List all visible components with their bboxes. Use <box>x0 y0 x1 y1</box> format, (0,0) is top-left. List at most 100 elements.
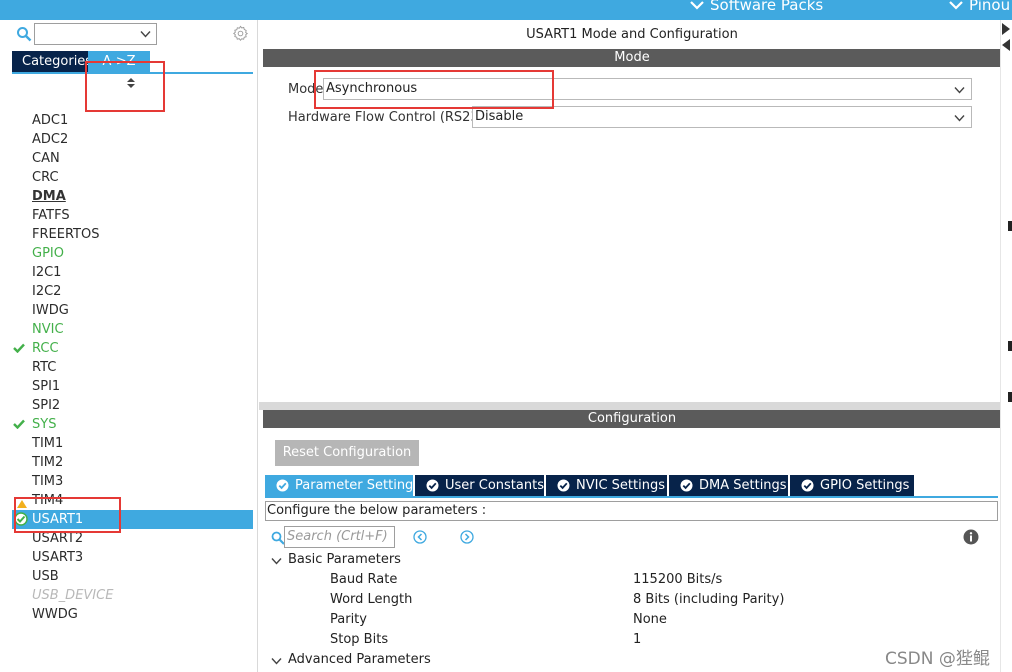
search-icon <box>271 531 285 545</box>
highlight-box-tab <box>85 61 165 112</box>
list-item-wwdg[interactable]: WWDG <box>0 605 253 624</box>
list-item-label: WWDG <box>32 607 78 622</box>
tab-underline <box>265 496 998 498</box>
list-item-crc[interactable]: CRC <box>0 168 253 187</box>
info-icon[interactable] <box>963 529 979 545</box>
list-item-label: SYS <box>32 417 57 432</box>
list-item-label: FREERTOS <box>32 227 100 242</box>
reset-configuration-button[interactable]: Reset Configuration <box>275 440 419 466</box>
list-item-tim2[interactable]: TIM2 <box>0 453 253 472</box>
top-bar: Software Packs Pinou <box>0 0 1012 20</box>
group-label: Basic Parameters <box>288 552 401 567</box>
list-item-tim3[interactable]: TIM3 <box>0 472 253 491</box>
tab-user-constants[interactable]: User Constants <box>415 475 544 496</box>
panel-splitter[interactable] <box>259 402 1012 410</box>
list-item-i2c2[interactable]: I2C2 <box>0 282 253 301</box>
previous-match-icon[interactable] <box>413 530 427 544</box>
configuration-section-header: Configuration <box>263 410 1001 428</box>
edge-marker <box>1008 221 1012 231</box>
list-item-freertos[interactable]: FREERTOS <box>0 225 253 244</box>
list-item-rtc[interactable]: RTC <box>0 358 253 377</box>
param-value-parity[interactable]: None <box>633 612 667 627</box>
basic-parameters-group[interactable]: Basic Parameters <box>271 552 401 567</box>
list-item-rcc[interactable]: RCC <box>0 339 253 358</box>
peripheral-panel: Categories A->Z ADC1 ADC2 CAN CRC DMA FA… <box>0 20 258 672</box>
list-item-usb-device[interactable]: USB_DEVICE <box>0 586 253 605</box>
list-item-label: CAN <box>32 151 60 166</box>
tab-nvic-settings[interactable]: NVIC Settings <box>546 475 667 496</box>
list-item-label: RTC <box>32 360 57 375</box>
list-item-dma[interactable]: DMA <box>0 187 253 206</box>
list-item-gpio[interactable]: GPIO <box>0 244 253 263</box>
list-item-adc2[interactable]: ADC2 <box>0 130 253 149</box>
configuration-panel: Configuration Reset Configuration Parame… <box>263 410 1001 672</box>
parameter-search-input[interactable]: Search (Crtl+F) <box>284 526 395 548</box>
list-item-label: I2C2 <box>32 284 62 299</box>
list-item-fatfs[interactable]: FATFS <box>0 206 253 225</box>
peripheral-list: ADC1 ADC2 CAN CRC DMA FATFS FREERTOS GPI… <box>0 111 253 624</box>
tab-label: Parameter Settings <box>295 478 421 493</box>
tab-label: NVIC Settings <box>576 478 665 493</box>
search-icon[interactable] <box>16 26 32 42</box>
gear-icon[interactable] <box>232 25 249 42</box>
list-item-sys[interactable]: SYS <box>0 415 253 434</box>
chevron-down-icon <box>949 1 963 10</box>
pinout-menu[interactable]: Pinou <box>949 0 1010 14</box>
list-item-label: GPIO <box>32 246 64 261</box>
next-match-icon[interactable] <box>460 530 474 544</box>
configuration-description: Configure the below parameters : <box>265 501 998 521</box>
param-name-stop-bits: Stop Bits <box>330 632 389 647</box>
list-item-label: SPI1 <box>32 379 61 394</box>
list-item-label: RCC <box>32 341 59 356</box>
list-item-label: FATFS <box>32 208 70 223</box>
edge-marker <box>1008 392 1012 402</box>
list-item-label: SPI2 <box>32 398 61 413</box>
list-item-label: USB_DEVICE <box>32 588 114 603</box>
tab-dma-settings[interactable]: DMA Settings <box>669 475 788 496</box>
flow-control-select[interactable]: Disable <box>472 106 972 128</box>
list-item-tim1[interactable]: TIM1 <box>0 434 253 453</box>
list-item-label: USART2 <box>32 531 84 546</box>
flow-control-value: Disable <box>475 109 524 124</box>
list-item-usb[interactable]: USB <box>0 567 253 586</box>
chevron-down-icon <box>271 658 282 665</box>
list-item-can[interactable]: CAN <box>0 149 253 168</box>
list-item-adc1[interactable]: ADC1 <box>0 111 253 130</box>
list-item-i2c1[interactable]: I2C1 <box>0 263 253 282</box>
tab-parameter-settings[interactable]: Parameter Settings <box>265 475 420 496</box>
software-packs-menu[interactable]: Software Packs <box>690 0 823 14</box>
param-value-stop-bits[interactable]: 1 <box>633 632 641 647</box>
list-item-label: TIM2 <box>32 455 64 470</box>
list-item-usart3[interactable]: USART3 <box>0 548 253 567</box>
list-item-nvic[interactable]: NVIC <box>0 320 253 339</box>
param-value-baud-rate[interactable]: 115200 Bits/s <box>633 572 722 587</box>
list-item-label: TIM1 <box>32 436 64 451</box>
search-combo[interactable] <box>34 23 157 45</box>
advanced-parameters-group[interactable]: Advanced Parameters <box>271 652 431 667</box>
configuration-tabs: Parameter Settings User Constants NVIC S… <box>265 475 916 497</box>
param-value-word-length[interactable]: 8 Bits (including Parity) <box>633 592 784 607</box>
list-item-label: ADC1 <box>32 113 69 128</box>
list-item-spi1[interactable]: SPI1 <box>0 377 253 396</box>
caret-right-icon[interactable] <box>1002 23 1010 35</box>
tab-label: User Constants <box>445 478 544 493</box>
check-circle-icon <box>426 479 439 492</box>
check-icon <box>13 343 25 353</box>
tab-gpio-settings[interactable]: GPIO Settings <box>790 475 914 496</box>
list-item-label: NVIC <box>32 322 64 337</box>
list-item-spi2[interactable]: SPI2 <box>0 396 253 415</box>
check-icon <box>13 419 25 429</box>
check-circle-icon <box>276 479 289 492</box>
tab-label: DMA Settings <box>699 478 787 493</box>
check-circle-icon <box>801 479 814 492</box>
list-item-label: TIM3 <box>32 474 64 489</box>
check-circle-icon <box>557 479 570 492</box>
chevron-down-icon <box>690 1 704 10</box>
list-item-iwdg[interactable]: IWDG <box>0 301 253 320</box>
caret-left-icon[interactable] <box>1002 39 1010 51</box>
param-name-baud-rate: Baud Rate <box>330 572 398 587</box>
list-item-label: IWDG <box>32 303 69 318</box>
highlight-box-usart1 <box>14 497 121 533</box>
tab-categories[interactable]: Categories <box>12 51 92 73</box>
chevron-down-icon <box>954 87 965 94</box>
